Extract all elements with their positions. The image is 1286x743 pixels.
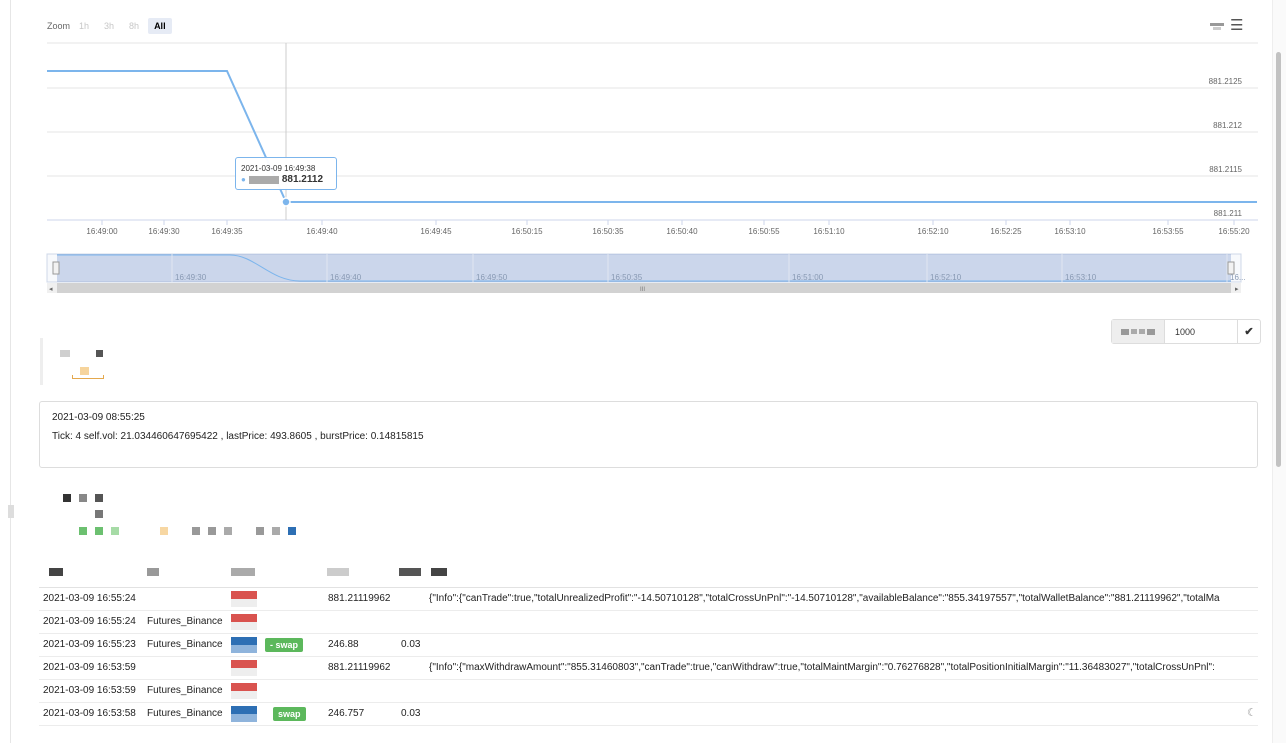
navigator-label: 16:49:50 <box>476 273 508 282</box>
row-time: 2021-03-09 16:53:59 <box>43 662 136 673</box>
tooltip-time: 2021-03-09 16:49:38 <box>241 164 316 173</box>
x-axis-ticks: 16:49:00 16:49:30 16:49:35 16:49:40 16:49:45… <box>86 220 1250 236</box>
navigator-scroll-grip: III <box>640 287 645 293</box>
navigator-label: 16:51:00 <box>792 273 824 282</box>
main-line-chart[interactable]: 881.2125881.212881.2115881.211 16:49:00 1… <box>0 0 1286 240</box>
tooltip-series-name <box>248 175 279 184</box>
x-tick-label: 16:50:15 <box>511 227 543 236</box>
y-tick-label: 881.2125 <box>1209 77 1243 86</box>
navigator-selection <box>57 254 1231 282</box>
chart-tooltip: 2021-03-09 16:49:38 ● 881.2112 <box>235 157 337 190</box>
row-type-icon-2 <box>231 691 257 699</box>
x-tick-label: 16:52:25 <box>990 227 1022 236</box>
log-table: 2021-03-09 16:55:24 881.21119962 {"Info":{… <box>39 563 1258 726</box>
row-exchange: Futures_Binance <box>147 639 223 650</box>
status-tab-underline[interactable] <box>72 375 104 379</box>
series-line <box>47 70 1257 203</box>
x-tick-label: 16:55:20 <box>1218 227 1250 236</box>
tooltip-series-dot: ● <box>241 175 246 184</box>
x-tick-label: 16:49:40 <box>306 227 338 236</box>
x-tick-label: 16:51:10 <box>813 227 845 236</box>
log-limit-input[interactable] <box>1165 320 1237 343</box>
header-amount <box>399 568 421 576</box>
header-type <box>231 568 255 576</box>
table-row: 2021-03-09 16:55:23 Futures_Binance - swap… <box>39 634 1258 657</box>
navigator-handle-left[interactable] <box>52 261 60 275</box>
row-price: 881.21119962 <box>328 593 391 604</box>
chart-grid <box>47 42 1258 221</box>
series-point <box>281 197 291 207</box>
x-tick-label: 16:52:10 <box>917 227 949 236</box>
y-tick-label: 881.212 <box>1213 121 1242 130</box>
log-message: Tick: 4 self.vol: 21.034460647695422 , l… <box>52 431 424 442</box>
navigator-label: 16:50:35 <box>611 273 643 282</box>
row-info: {"Info":{"maxWithdrawAmount":"855.314608… <box>429 662 1215 673</box>
chart-navigator[interactable]: 16:49:30 16:49:40 16:49:50 16:50:35 16:51:00… <box>0 253 1286 297</box>
log-limit-label <box>1112 320 1165 343</box>
log-panel: 2021-03-09 08:55:25 Tick: 4 self.vol: 21… <box>39 401 1258 468</box>
x-tick-label: 16:53:55 <box>1152 227 1184 236</box>
header-info <box>431 568 447 576</box>
header-exchange <box>147 568 159 576</box>
x-tick-label: 16:50:40 <box>666 227 698 236</box>
header-price <box>327 568 349 576</box>
x-tick-label: 16:53:10 <box>1054 227 1086 236</box>
table-row: 2021-03-09 16:55:24 881.21119962 {"Info":{… <box>39 588 1258 611</box>
navigator-label: 16:52:10 <box>930 273 962 282</box>
row-price: 246.757 <box>328 708 365 719</box>
x-tick-label: 16:49:35 <box>211 227 243 236</box>
navigator-handle-right[interactable] <box>1227 261 1235 275</box>
row-exchange: Futures_Binance <box>147 685 223 696</box>
row-time: 2021-03-09 16:55:24 <box>43 593 136 604</box>
row-type-icon-2 <box>231 645 257 653</box>
x-tick-label: 16:49:45 <box>420 227 452 236</box>
navigator-label: 16:49:40 <box>330 273 362 282</box>
y-tick-label: 881.2115 <box>1209 165 1242 174</box>
row-time: 2021-03-09 16:55:24 <box>43 616 136 627</box>
status-icons-block <box>40 485 310 545</box>
x-tick-label: 16:50:55 <box>748 227 780 236</box>
row-type-icon-2 <box>231 622 257 630</box>
x-tick-label: 16:49:30 <box>148 227 180 236</box>
series-points <box>281 197 291 207</box>
row-type-icon-2 <box>231 714 257 722</box>
navigator-scroll-arrow-right: ▸ <box>1235 286 1239 293</box>
row-time: 2021-03-09 16:55:23 <box>43 639 136 650</box>
header-time <box>49 568 63 576</box>
row-exchange: Futures_Binance <box>147 616 223 627</box>
row-price: 881.21119962 <box>328 662 391 673</box>
table-row: 2021-03-09 16:53:59 881.21119962 {"Info":{… <box>39 657 1258 680</box>
row-time: 2021-03-09 16:53:58 <box>43 708 136 719</box>
moon-icon[interactable]: ☾ <box>1247 706 1257 719</box>
row-amount: 0.03 <box>401 639 421 650</box>
log-time: 2021-03-09 08:55:25 <box>52 412 145 423</box>
status-tab-marker[interactable] <box>8 505 14 518</box>
navigator-label: 16:53:10 <box>1065 273 1097 282</box>
table-row: 2021-03-09 16:53:58 Futures_Binance swap 24… <box>39 703 1258 726</box>
y-axis-ticks: 881.2125 881.212 881.2115 881.211 <box>1209 77 1243 218</box>
navigator-label: 16:49:30 <box>175 273 207 282</box>
row-swap-badge: - swap <box>265 638 304 652</box>
row-time: 2021-03-09 16:53:59 <box>43 685 136 696</box>
x-tick-label: 16:50:35 <box>592 227 624 236</box>
table-row: 2021-03-09 16:53:59 Futures_Binance <box>39 680 1258 703</box>
row-info: {"Info":{"canTrade":true,"totalUnrealize… <box>429 593 1220 604</box>
row-price: 246.88 <box>328 639 359 650</box>
row-swap-badge: swap <box>273 707 306 721</box>
table-header <box>39 563 1258 588</box>
tooltip-value: 881.2112 <box>281 174 324 185</box>
table-body: 2021-03-09 16:55:24 881.21119962 {"Info":{… <box>39 588 1258 726</box>
navigator-scroll-arrow-left: ◂ <box>49 286 53 293</box>
row-type-icon-2 <box>231 599 257 607</box>
row-type-icon-2 <box>231 668 257 676</box>
check-icon[interactable]: ✔ <box>1237 320 1260 343</box>
log-limit-control: ✔ <box>1111 319 1261 344</box>
y-tick-label: 881.211 <box>1214 209 1243 218</box>
row-exchange: Futures_Binance <box>147 708 223 719</box>
status-legend-bar <box>40 338 43 385</box>
row-amount: 0.03 <box>401 708 421 719</box>
x-tick-label: 16:49:00 <box>86 227 118 236</box>
table-row: 2021-03-09 16:55:24 Futures_Binance <box>39 611 1258 634</box>
